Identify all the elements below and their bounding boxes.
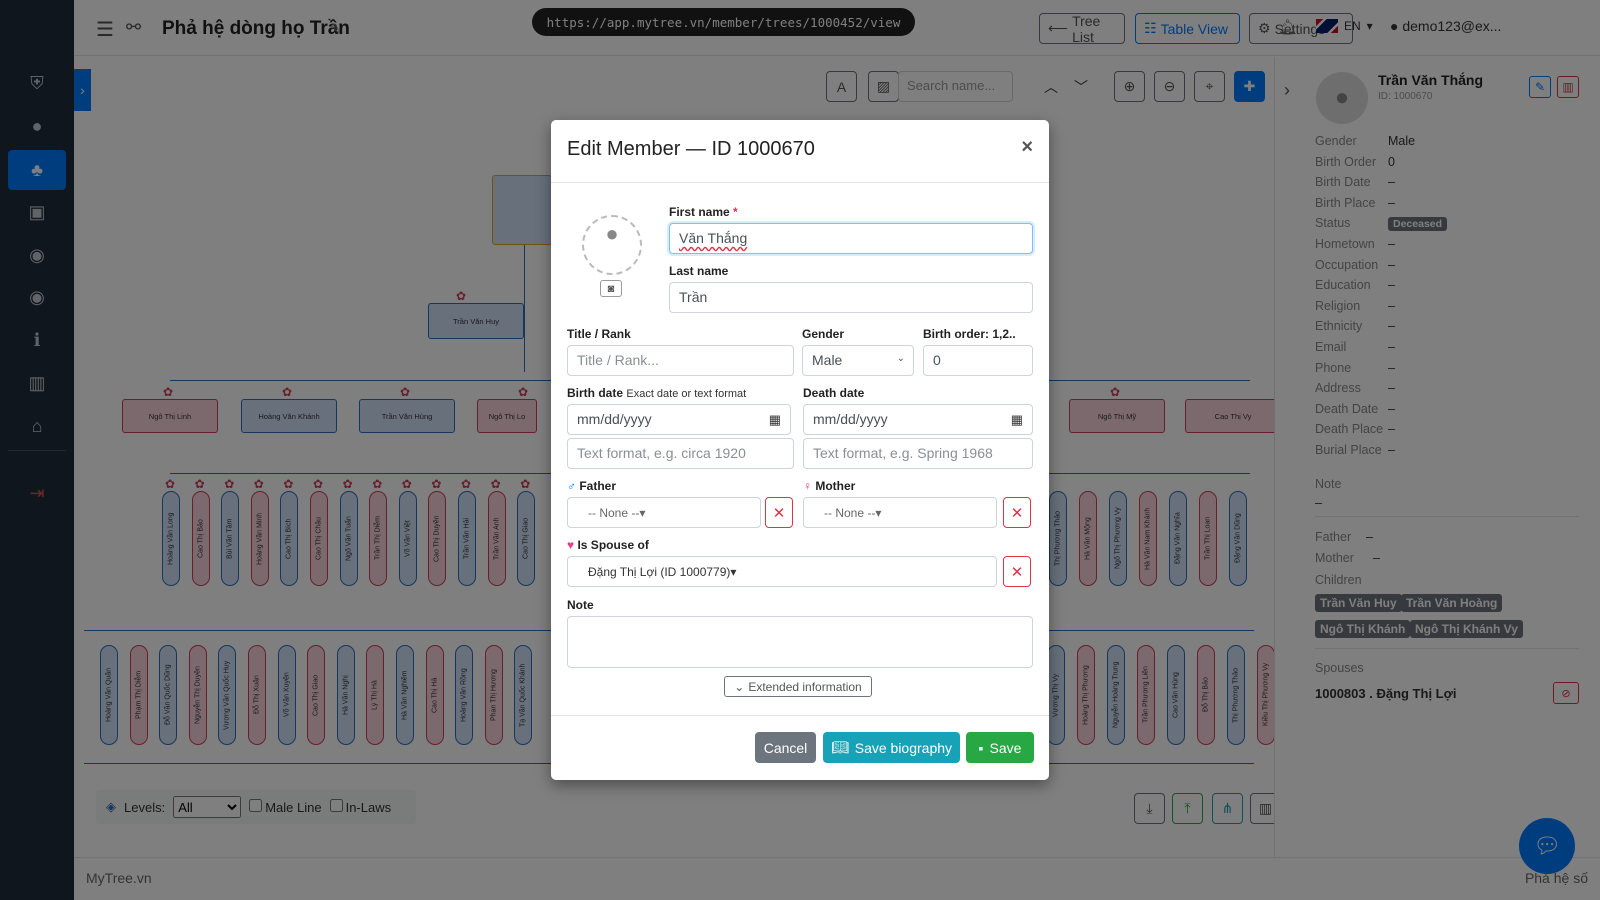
cancel-button[interactable]: Cancel	[755, 732, 816, 763]
birth-order-label: Birth order: 1,2..	[923, 327, 1016, 341]
person-icon: ●	[605, 221, 619, 246]
floppy-icon: ▪	[978, 739, 984, 756]
chevron-down-icon: ▾	[639, 506, 646, 520]
edit-member-modal: Edit Member — ID 1000670 × ● ◙ First nam…	[551, 120, 1049, 780]
chevron-down-icon: ⌄	[896, 353, 905, 364]
member-photo[interactable]: ●	[582, 215, 642, 275]
male-icon: ♂	[567, 479, 576, 493]
clear-spouse-button[interactable]: ✕	[1003, 556, 1031, 587]
calendar-icon[interactable]: ▦	[769, 412, 781, 428]
birth-text-input[interactable]: Text format, e.g. circa 1920	[567, 438, 794, 469]
heart-icon: ♥	[567, 538, 575, 552]
gender-select[interactable]: Male ⌄	[802, 345, 914, 376]
death-date-label: Death date	[803, 386, 865, 400]
modal-divider	[551, 715, 1049, 716]
mother-select[interactable]: -- None --▾	[803, 497, 997, 528]
birth-date-label: Birth date Exact date or text format	[567, 386, 747, 400]
first-name-input[interactable]: Văn Thắng	[669, 223, 1033, 254]
father-select[interactable]: -- None --▾	[567, 497, 761, 528]
save-button[interactable]: ▪ Save	[966, 732, 1034, 763]
modal-title: Edit Member — ID 1000670	[567, 138, 815, 160]
last-name-label: Last name	[669, 264, 729, 278]
last-name-input[interactable]: Trần	[669, 282, 1033, 313]
title-rank-label: Title / Rank	[567, 327, 631, 341]
father-label: ♂ Father	[567, 479, 617, 493]
death-text-input[interactable]: Text format, e.g. Spring 1968	[803, 438, 1033, 469]
birth-date-input[interactable]: mm/dd/yyyy ▦	[567, 404, 791, 435]
spouse-label: ♥ Is Spouse of	[567, 538, 649, 552]
camera-icon[interactable]: ◙	[600, 280, 622, 297]
save-biography-button[interactable]: 📖︎ Save biography	[823, 732, 960, 763]
calendar-icon[interactable]: ▦	[1011, 412, 1023, 428]
clear-mother-button[interactable]: ✕	[1003, 497, 1031, 528]
spouse-select[interactable]: Đặng Thị Lợi (ID 1000779)▾	[567, 556, 997, 587]
note-textarea[interactable]	[567, 616, 1033, 668]
chevron-down-icon: ▾	[875, 506, 882, 520]
chevron-down-icon: ▾	[730, 565, 737, 579]
modal-divider	[551, 182, 1049, 183]
female-icon: ♀	[803, 479, 812, 493]
title-rank-input[interactable]: Title / Rank...	[567, 345, 794, 376]
death-date-input[interactable]: mm/dd/yyyy ▦	[803, 404, 1033, 435]
close-icon[interactable]: ×	[1021, 136, 1033, 159]
first-name-label: First name *	[669, 205, 738, 219]
mother-label: ♀ Mother	[803, 479, 856, 493]
gender-label: Gender	[802, 327, 845, 341]
book-icon: 📖︎	[830, 739, 849, 755]
note-label: Note	[567, 598, 594, 612]
clear-father-button[interactable]: ✕	[765, 497, 793, 528]
chevron-down-icon: ⌄	[734, 679, 745, 694]
extended-info-button[interactable]: ⌄ Extended information	[724, 676, 872, 697]
birth-order-input[interactable]: 0	[923, 345, 1033, 376]
